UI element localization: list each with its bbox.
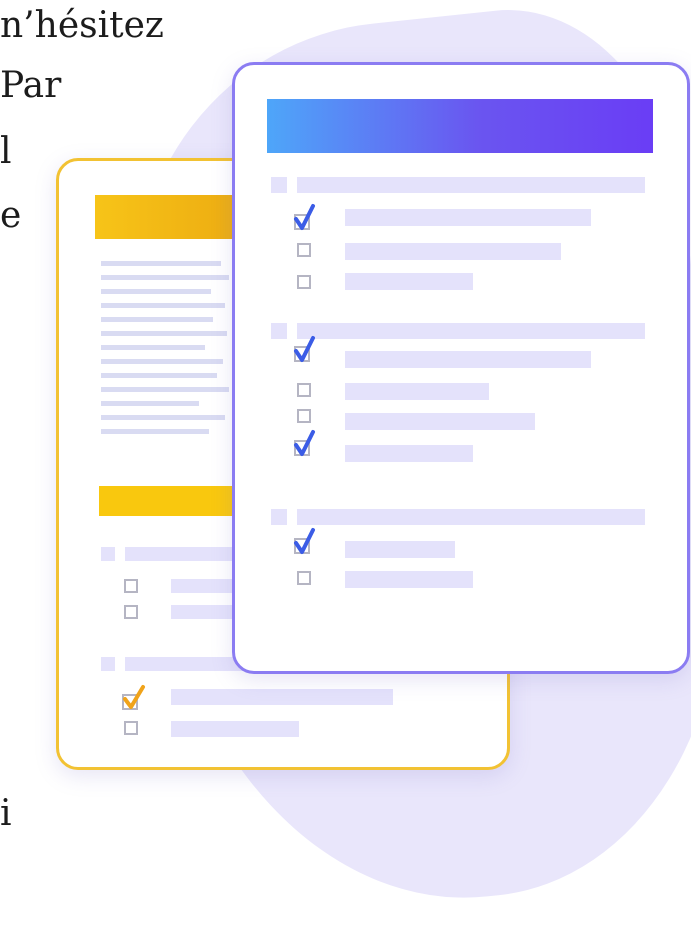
section-bullet [101, 547, 115, 561]
checkmark-icon[interactable] [291, 429, 317, 459]
checkmark-icon[interactable] [291, 335, 317, 365]
checkmark-icon[interactable] [291, 203, 317, 233]
text-line [101, 275, 229, 280]
text-fragment-2: Par [0, 65, 62, 106]
text-line [101, 387, 229, 392]
checkbox-icon[interactable] [124, 605, 138, 619]
text-fragment-3: l [0, 131, 12, 172]
checkbox-icon[interactable] [297, 275, 311, 289]
item-placeholder [345, 383, 489, 400]
checkbox-icon[interactable] [124, 579, 138, 593]
text-line [101, 345, 205, 350]
text-line [101, 429, 209, 434]
text-line [101, 289, 211, 294]
text-fragment-4: e [0, 195, 22, 236]
item-placeholder [171, 605, 241, 619]
item-placeholder [345, 209, 591, 226]
checkbox-icon[interactable] [297, 243, 311, 257]
item-placeholder [345, 243, 561, 260]
item-placeholder [171, 689, 393, 705]
text-line [101, 401, 199, 406]
text-line [101, 303, 225, 308]
text-line [101, 331, 227, 336]
form-card-front [232, 62, 690, 674]
checkbox-icon[interactable] [297, 409, 311, 423]
text-line [101, 415, 225, 420]
item-placeholder [345, 273, 473, 290]
form-header-bar [267, 99, 653, 153]
section-bullet [271, 509, 287, 525]
checkbox-icon[interactable] [297, 383, 311, 397]
checkbox-icon[interactable] [297, 571, 311, 585]
checkmark-icon[interactable] [121, 683, 147, 713]
text-fragment-1: n’hésitez [0, 5, 164, 46]
item-placeholder [171, 721, 299, 737]
section-bullet [101, 657, 115, 671]
item-placeholder [345, 445, 473, 462]
checkmark-icon[interactable] [291, 527, 317, 557]
text-fragment-5: i [0, 793, 12, 834]
item-placeholder [345, 541, 455, 558]
item-placeholder [345, 351, 591, 368]
section-title-placeholder [125, 657, 245, 671]
item-placeholder [171, 579, 241, 593]
section-title-placeholder [125, 547, 245, 561]
item-placeholder [345, 571, 473, 588]
text-line [101, 317, 213, 322]
text-line [101, 359, 223, 364]
section-title-placeholder [297, 177, 645, 193]
item-placeholder [345, 413, 535, 430]
checkbox-icon[interactable] [124, 721, 138, 735]
text-line [101, 261, 221, 266]
section-title-placeholder [297, 509, 645, 525]
section-title-placeholder [297, 323, 645, 339]
section-bullet [271, 177, 287, 193]
text-line [101, 373, 217, 378]
section-bullet [271, 323, 287, 339]
